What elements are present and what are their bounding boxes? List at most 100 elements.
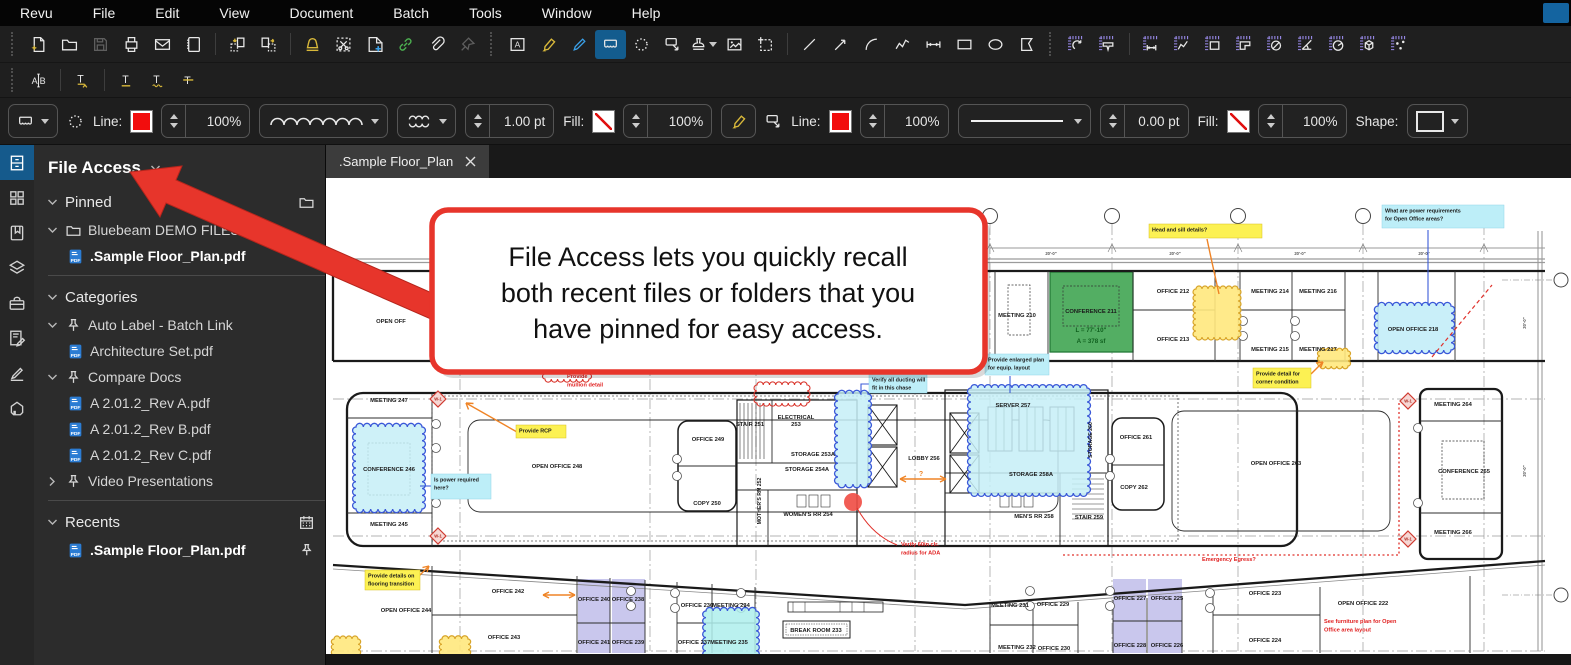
- tool-style-dropdown[interactable]: [8, 104, 58, 138]
- underline-text-button[interactable]: T: [111, 66, 142, 95]
- pdf-canvas[interactable]: OPEN OFF MEETING 210 CONFERENCE 211 OFFICE …: [326, 178, 1571, 665]
- calibrate-button[interactable]: [1061, 30, 1092, 59]
- strikeout-text-button[interactable]: T: [173, 66, 204, 95]
- dimension-button[interactable]: [918, 30, 949, 59]
- highlight-mode-button[interactable]: [721, 104, 757, 138]
- format-painter-button[interactable]: [452, 30, 483, 59]
- file-item-a-2-01-2-rev-c-pdf[interactable]: PDF A 2.01.2_Rev C.pdf: [34, 442, 325, 468]
- m-volume-button[interactable]: [1353, 30, 1384, 59]
- chevron-down-icon[interactable]: [46, 319, 59, 332]
- tree-section-recents[interactable]: Recents: [34, 507, 325, 537]
- file-item--sample-floor-plan-pdf[interactable]: PDF .Sample Floor_Plan.pdf: [34, 537, 325, 563]
- m-area-button[interactable]: [1198, 30, 1229, 59]
- calendar-icon[interactable]: [298, 514, 315, 531]
- paste-down-button[interactable]: [222, 30, 253, 59]
- pin-outline-icon[interactable]: [298, 542, 315, 559]
- spinner-arrows[interactable]: [868, 105, 885, 137]
- menu-item-help[interactable]: Help: [612, 5, 681, 21]
- panel-tab-layers[interactable]: [0, 250, 34, 285]
- account-button[interactable]: [1543, 3, 1569, 23]
- snapshot-button[interactable]: [328, 30, 359, 59]
- panel-tab-measure[interactable]: [0, 355, 34, 390]
- tree-cat-auto-label-batch-link[interactable]: Auto Label - Batch Link: [34, 312, 325, 338]
- cloud-style-dropdown[interactable]: [397, 104, 457, 138]
- line-color-swatch[interactable]: [130, 109, 154, 133]
- arrow-button[interactable]: [825, 30, 856, 59]
- callout-fill-opacity-spinner[interactable]: 100%: [1257, 104, 1347, 138]
- chevron-down-icon[interactable]: [46, 291, 59, 304]
- flatten-button[interactable]: [178, 30, 209, 59]
- chevron-right-icon[interactable]: [46, 475, 59, 488]
- insert-text-button[interactable]: T: [67, 66, 98, 95]
- pen-button[interactable]: [564, 30, 595, 59]
- chevron-down-icon[interactable]: [149, 162, 162, 175]
- line-width-spinner[interactable]: 1.00 pt: [465, 104, 555, 138]
- panel-header[interactable]: File Access: [34, 145, 325, 187]
- panel-tab-studio[interactable]: [0, 390, 34, 425]
- cloud-plus-button[interactable]: [595, 29, 626, 59]
- folder-icon[interactable]: [298, 194, 315, 211]
- save-button[interactable]: [85, 30, 116, 59]
- file-item-a-2-01-2-rev-b-pdf[interactable]: PDF A 2.01.2_Rev B.pdf: [34, 416, 325, 442]
- spinner-arrows[interactable]: [170, 105, 187, 137]
- cloud-button[interactable]: [626, 30, 657, 59]
- menu-item-window[interactable]: Window: [522, 5, 612, 21]
- line-style-dropdown[interactable]: [957, 104, 1091, 138]
- file-item-a-2-01-2-rev-a-pdf[interactable]: PDF A 2.01.2_Rev A.pdf: [34, 390, 325, 416]
- line-opacity-spinner[interactable]: 100%: [161, 104, 251, 138]
- spinner-arrows[interactable]: [632, 105, 649, 137]
- file-item-architecture-set-pdf[interactable]: PDF Architecture Set.pdf: [34, 338, 325, 364]
- image-button[interactable]: [719, 30, 750, 59]
- print-button[interactable]: [116, 30, 147, 59]
- line-button[interactable]: [794, 30, 825, 59]
- tree-cat-video-presentations[interactable]: Video Presentations: [34, 468, 325, 494]
- m-radius-button[interactable]: [1322, 30, 1353, 59]
- panel-tab-file-access[interactable]: [0, 145, 34, 180]
- tree-cat-compare-docs[interactable]: Compare Docs: [34, 364, 325, 390]
- ellipse-button[interactable]: [980, 30, 1011, 59]
- attach-button[interactable]: [421, 30, 452, 59]
- hyperlink-button[interactable]: [390, 30, 421, 59]
- open-folder-button[interactable]: [54, 30, 85, 59]
- email-button[interactable]: [147, 30, 178, 59]
- chevron-down-icon[interactable]: [46, 371, 59, 384]
- menu-item-batch[interactable]: Batch: [373, 5, 449, 21]
- tree-folder-bluebeam-demo-files[interactable]: Bluebeam DEMO FILES: [34, 217, 325, 243]
- tree-section-categories[interactable]: Categories: [34, 282, 325, 312]
- stamp-button[interactable]: [688, 30, 719, 59]
- highlighter-button[interactable]: [533, 30, 564, 59]
- flag-button[interactable]: [297, 30, 328, 59]
- callout-width-spinner[interactable]: 0.00 pt: [1099, 104, 1189, 138]
- rectangle-button[interactable]: [949, 30, 980, 59]
- callout-line-opacity-spinner[interactable]: 100%: [859, 104, 949, 138]
- new-file-button[interactable]: [23, 30, 54, 59]
- snapshot-region-button[interactable]: [750, 30, 781, 59]
- panel-tab-thumbnails[interactable]: [0, 180, 34, 215]
- menu-item-tools[interactable]: Tools: [449, 5, 522, 21]
- menu-item-revu[interactable]: Revu: [0, 5, 73, 21]
- chevron-down-icon[interactable]: [46, 224, 59, 237]
- menu-item-file[interactable]: File: [73, 5, 136, 21]
- arrow-callout-button[interactable]: [657, 30, 688, 59]
- menu-item-document[interactable]: Document: [269, 5, 373, 21]
- m-diameter-button[interactable]: [1260, 30, 1291, 59]
- panel-tab-bookmarks[interactable]: [0, 215, 34, 250]
- polyline-button[interactable]: [887, 30, 918, 59]
- m-cutout-button[interactable]: [1229, 30, 1260, 59]
- panel-tab-toolchest[interactable]: [0, 285, 34, 320]
- shape-dropdown[interactable]: [1407, 104, 1469, 138]
- paste-right-button[interactable]: [253, 30, 284, 59]
- polygon-button[interactable]: [1011, 30, 1042, 59]
- spinner-arrows[interactable]: [1108, 105, 1125, 137]
- spinner-arrows[interactable]: [1266, 105, 1283, 137]
- panel-tab-markups[interactable]: [0, 320, 34, 355]
- m-count-button[interactable]: [1384, 30, 1415, 59]
- fill-color-swatch[interactable]: [592, 109, 616, 133]
- insert-pages-button[interactable]: [359, 30, 390, 59]
- caliper-button[interactable]: [1092, 30, 1123, 59]
- squiggly-text-button[interactable]: T: [142, 66, 173, 95]
- m-length-button[interactable]: [1136, 30, 1167, 59]
- m-angle-button[interactable]: [1291, 30, 1322, 59]
- cloud-line-style-dropdown[interactable]: [259, 104, 389, 138]
- menu-item-edit[interactable]: Edit: [135, 5, 199, 21]
